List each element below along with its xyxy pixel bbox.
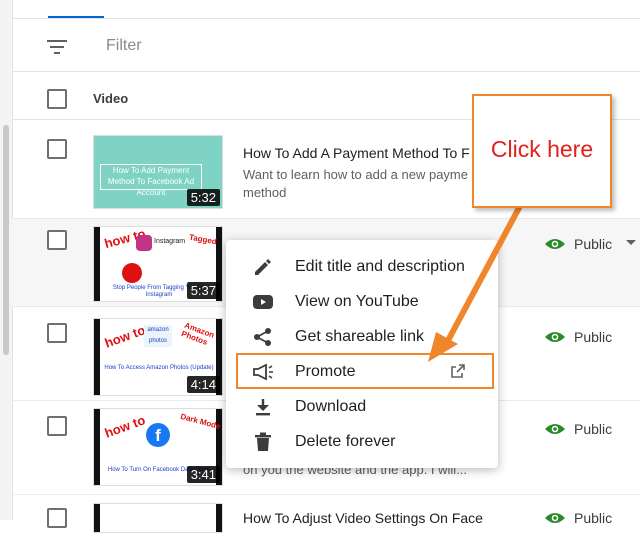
menu-item-delete-forever[interactable]: Delete forever <box>226 424 498 459</box>
video-duration: 5:37 <box>186 282 220 299</box>
video-title[interactable]: How To Adjust Video Settings On Face <box>243 510 483 526</box>
stop-sign-icon <box>122 263 142 283</box>
divider <box>12 18 640 19</box>
video-column-header: Video <box>93 91 129 106</box>
menu-item-label: Get shareable link <box>295 327 424 345</box>
row-checkbox[interactable] <box>47 508 67 528</box>
visibility-status[interactable]: Public <box>544 421 612 437</box>
visibility-status[interactable]: Public <box>544 236 612 252</box>
pencil-icon <box>252 256 274 278</box>
visibility-label: Public <box>574 236 613 252</box>
eye-icon <box>545 332 565 342</box>
instagram-icon <box>136 235 152 251</box>
video-thumbnail[interactable]: how to f Dark Mode How To Turn On Facebo… <box>93 408 223 486</box>
video-duration: 4:14 <box>186 376 220 393</box>
row-checkbox[interactable] <box>47 139 67 159</box>
thumbnail-text: how to <box>102 412 148 441</box>
menu-item-label: Download <box>295 397 367 415</box>
video-thumbnail[interactable]: how to amazon photos Amazon Photos How T… <box>93 318 223 396</box>
scrollbar-thumb[interactable] <box>3 125 9 355</box>
thumbnail-text: Tagged <box>188 232 218 247</box>
visibility-label: Public <box>574 329 613 345</box>
menu-item-download[interactable]: Download <box>226 389 498 424</box>
download-icon <box>252 396 274 418</box>
eye-icon <box>545 239 565 249</box>
eye-icon <box>545 513 565 523</box>
video-duration: 5:32 <box>186 189 220 206</box>
annotation-text: Click here <box>490 136 594 162</box>
row-checkbox[interactable] <box>47 323 67 343</box>
thumbnail-text: amazon photos <box>144 325 172 347</box>
video-thumbnail[interactable]: How To Add Payment Method To Facebook Ad… <box>93 135 223 209</box>
video-description: method <box>243 185 287 200</box>
video-description: Want to learn how to add a new payme <box>243 167 468 182</box>
video-thumbnail[interactable] <box>93 503 223 533</box>
visibility-status[interactable]: Public <box>544 510 612 526</box>
row-checkbox[interactable] <box>47 416 67 436</box>
menu-item-label: View on YouTube <box>295 292 419 310</box>
youtube-icon <box>252 291 274 313</box>
menu-item-label: Delete forever <box>295 432 396 450</box>
visibility-status[interactable]: Public <box>544 329 612 345</box>
visibility-label: Public <box>574 421 613 437</box>
video-duration: 3:41 <box>186 466 220 483</box>
annotation-arrow-icon <box>428 203 523 362</box>
divider <box>12 494 640 495</box>
divider <box>12 71 640 72</box>
thumbnail-text: How To Access Amazon Photos (Update) <box>104 365 214 371</box>
trash-icon <box>252 431 274 453</box>
thumbnail-text: how to <box>102 322 148 351</box>
select-all-checkbox[interactable] <box>47 89 67 109</box>
thumbnail-text: Instagram <box>154 238 186 245</box>
row-checkbox[interactable] <box>47 230 67 250</box>
video-title[interactable]: How To Add A Payment Method To F <box>243 145 470 161</box>
filter-input[interactable]: Filter <box>106 37 142 55</box>
dropdown-arrow-icon[interactable] <box>626 240 636 245</box>
filter-icon[interactable] <box>47 38 69 56</box>
share-icon <box>252 326 274 348</box>
annotation-callout: Click here <box>472 94 612 208</box>
eye-icon <box>545 424 565 434</box>
visibility-label: Public <box>574 510 613 526</box>
video-thumbnail[interactable]: how to Instagram Tagged Stop People From… <box>93 226 223 302</box>
thumbnail-text: How To Add Payment Method To Facebook Ad… <box>100 164 202 197</box>
facebook-icon: f <box>146 423 170 447</box>
